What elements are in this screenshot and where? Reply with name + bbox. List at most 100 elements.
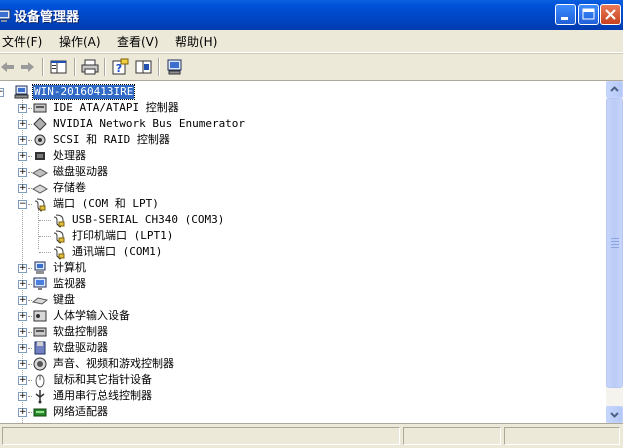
- window-title: 设备管理器: [14, 10, 80, 25]
- tree-item-row[interactable]: + NVIDIA Network Bus Enumerator: [0, 116, 600, 132]
- expand-icon[interactable]: +: [18, 408, 27, 417]
- expand-icon[interactable]: +: [18, 312, 27, 321]
- tree-child-row[interactable]: 打印机端口 (LPT1): [0, 228, 600, 244]
- tree-item-row[interactable]: + 存储卷: [0, 180, 600, 196]
- tree-item-row[interactable]: + 软盘控制器: [0, 324, 600, 340]
- tree-item-label[interactable]: 声音、视频和游戏控制器: [53, 357, 174, 371]
- tree-item-label[interactable]: NVIDIA Network Bus Enumerator: [53, 117, 245, 131]
- print-icon[interactable]: [80, 58, 100, 76]
- expand-icon[interactable]: +: [18, 392, 27, 401]
- tree-item-row[interactable]: + 人体学输入设备: [0, 308, 600, 324]
- expand-icon[interactable]: +: [18, 136, 27, 145]
- thumb-grip: [611, 247, 619, 248]
- tree-child-label[interactable]: 通讯端口 (COM1): [72, 245, 162, 259]
- expand-icon[interactable]: +: [18, 120, 27, 129]
- tree-child-label[interactable]: USB-SERIAL CH340 (COM3): [72, 213, 224, 227]
- expand-icon[interactable]: +: [18, 360, 27, 369]
- expand-icon[interactable]: +: [18, 184, 27, 193]
- disk-drive-icon: [32, 168, 48, 178]
- menu-help[interactable]: 帮助(H): [175, 33, 217, 50]
- expand-icon[interactable]: +: [18, 280, 27, 289]
- tree-root-row[interactable]: − WIN-20160413IRE: [0, 84, 600, 100]
- storage-volume-icon: [32, 184, 48, 194]
- device-tree[interactable]: − WIN-20160413IRE + IDE ATA/ATAPI 控制器 + NVI…: [0, 81, 606, 423]
- ide-controller-icon: [33, 103, 47, 113]
- scroll-thumb[interactable]: [606, 98, 623, 388]
- tree-child-label[interactable]: 打印机端口 (LPT1): [72, 229, 173, 243]
- thumb-grip: [611, 241, 619, 242]
- tree-item-row[interactable]: − 端口 (COM 和 LPT): [0, 196, 600, 212]
- menu-view[interactable]: 查看(V): [117, 33, 159, 50]
- tree-item-label[interactable]: 网络适配器: [53, 405, 108, 419]
- tree-item-label[interactable]: SCSI 和 RAID 控制器: [53, 133, 170, 147]
- chevron-up-icon: [610, 86, 619, 92]
- tree-item-row[interactable]: + 通用串行总线控制器: [0, 388, 600, 404]
- expand-icon[interactable]: +: [18, 328, 27, 337]
- tree-item-label[interactable]: 人体学输入设备: [53, 309, 130, 323]
- status-panel: [504, 427, 620, 445]
- tree-item-label[interactable]: 计算机: [53, 261, 86, 275]
- status-panel-main: [2, 427, 400, 445]
- tree-item-row[interactable]: + IDE ATA/ATAPI 控制器: [0, 100, 600, 116]
- toolbar-separator: [158, 58, 160, 76]
- tree-root-label[interactable]: WIN-20160413IRE: [31, 84, 136, 100]
- expand-icon[interactable]: +: [18, 344, 27, 353]
- tree-item-label[interactable]: 软盘驱动器: [53, 341, 108, 355]
- menu-file[interactable]: 文件(F): [2, 33, 42, 50]
- maximize-button[interactable]: [578, 4, 599, 25]
- tree-item-row[interactable]: + 键盘: [0, 292, 600, 308]
- minimize-button[interactable]: [555, 4, 576, 25]
- floppy-controller-icon: [33, 327, 47, 337]
- tree-item-row[interactable]: + SCSI 和 RAID 控制器: [0, 132, 600, 148]
- toolbar-separator: [104, 58, 106, 76]
- port-icon: [53, 214, 65, 228]
- tree-item-row[interactable]: + 软盘驱动器: [0, 340, 600, 356]
- tree-item-label[interactable]: 鼠标和其它指针设备: [53, 373, 152, 387]
- tree-item-label[interactable]: 通用串行总线控制器: [53, 389, 152, 403]
- network-bus-icon: [33, 117, 47, 131]
- tree-item-row[interactable]: + 计算机: [0, 260, 600, 276]
- expand-icon[interactable]: +: [18, 152, 27, 161]
- tree-item-row[interactable]: + 声音、视频和游戏控制器: [0, 356, 600, 372]
- scan-hardware-icon[interactable]: [165, 58, 185, 76]
- scroll-down-button[interactable]: [606, 406, 623, 423]
- back-icon[interactable]: [0, 58, 17, 76]
- tree-item-label[interactable]: 存储卷: [53, 181, 86, 195]
- expand-icon[interactable]: +: [18, 376, 27, 385]
- tree-item-row[interactable]: + 鼠标和其它指针设备: [0, 372, 600, 388]
- expand-icon[interactable]: +: [18, 168, 27, 177]
- tree-item-label[interactable]: 端口 (COM 和 LPT): [53, 197, 159, 211]
- port-icon: [53, 230, 65, 244]
- status-panel: [403, 427, 501, 445]
- expand-icon[interactable]: +: [18, 104, 27, 113]
- toolbar-separator: [74, 58, 76, 76]
- title-bar[interactable]: 设备管理器: [0, 0, 623, 30]
- properties-icon[interactable]: [134, 58, 154, 76]
- show-hide-tree-icon[interactable]: [49, 58, 69, 76]
- forward-icon[interactable]: [18, 58, 38, 76]
- menu-action[interactable]: 操作(A): [59, 33, 101, 50]
- tree-item-label[interactable]: 软盘控制器: [53, 325, 108, 339]
- help-icon[interactable]: ?: [110, 58, 130, 76]
- tree-item-row[interactable]: + 网络适配器: [0, 404, 600, 420]
- collapse-icon[interactable]: −: [18, 200, 27, 209]
- tree-item-row[interactable]: + 磁盘驱动器: [0, 164, 600, 180]
- tree-child-row[interactable]: 通讯端口 (COM1): [0, 244, 600, 260]
- tree-item-label[interactable]: 监视器: [53, 277, 86, 291]
- port-icon: [34, 198, 46, 212]
- tree-item-row[interactable]: + 处理器: [0, 148, 600, 164]
- close-button[interactable]: [600, 4, 621, 25]
- tree-item-label[interactable]: 磁盘驱动器: [53, 165, 108, 179]
- vertical-scrollbar[interactable]: [606, 81, 623, 423]
- thumb-grip: [611, 238, 619, 239]
- expand-icon[interactable]: +: [18, 264, 27, 273]
- tree-item-label[interactable]: IDE ATA/ATAPI 控制器: [53, 101, 179, 115]
- scroll-up-button[interactable]: [606, 81, 623, 98]
- usb-icon: [35, 390, 45, 404]
- tree-child-row[interactable]: USB-SERIAL CH340 (COM3): [0, 212, 600, 228]
- expand-icon[interactable]: +: [18, 296, 27, 305]
- tree-item-row[interactable]: + 监视器: [0, 276, 600, 292]
- tree-item-label[interactable]: 处理器: [53, 149, 86, 163]
- tree-item-label[interactable]: 键盘: [53, 293, 75, 307]
- collapse-icon[interactable]: −: [0, 88, 4, 97]
